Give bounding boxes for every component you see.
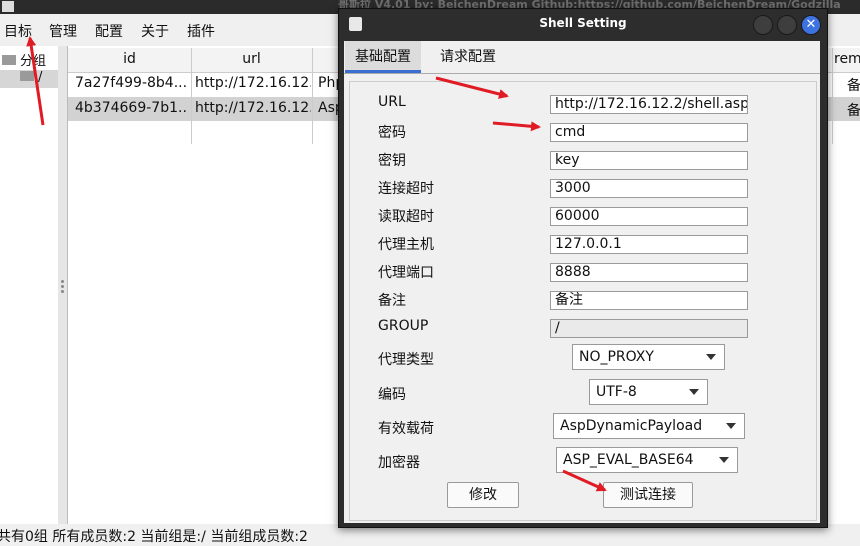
cell-payload: Asp: [318, 100, 340, 116]
dialog-titlebar[interactable]: Shell Setting ✕: [339, 9, 827, 39]
app-icon: [2, 1, 14, 12]
tree-child-label: /: [38, 70, 43, 85]
grip-dot: [61, 280, 64, 283]
cryption-value: ASP_EVAL_BASE64: [563, 452, 694, 468]
tree-child-node[interactable]: /: [0, 70, 58, 88]
test-connection-button[interactable]: 测试连接: [603, 482, 693, 508]
url-field[interactable]: http://172.16.12.2/shell.asp: [550, 95, 748, 114]
column-header-url[interactable]: url: [191, 51, 312, 67]
cell-url: http://172.16.12...: [195, 100, 311, 116]
dialog-body: 基础配置 请求配置 URL http://172.16.12.2/shell.a…: [344, 41, 820, 523]
status-text: 共有0组 所有成员数:2 当前组是:/ 当前组成员数:2: [0, 529, 308, 545]
password-label: 密码: [378, 125, 406, 141]
chevron-down-icon: [689, 389, 699, 395]
chevron-down-icon: [726, 423, 736, 429]
remark-field[interactable]: 备注: [550, 291, 748, 310]
column-header-id[interactable]: id: [68, 51, 191, 67]
password-field[interactable]: cmd: [550, 123, 748, 142]
chevron-down-icon: [719, 457, 729, 463]
payload-select[interactable]: AspDynamicPayload: [553, 413, 745, 439]
payload-value: AspDynamicPayload: [560, 418, 703, 434]
close-button[interactable]: ✕: [801, 15, 821, 35]
basic-config-form: URL http://172.16.12.2/shell.asp 密码 cmd …: [349, 81, 817, 521]
cell-payload: Php: [318, 75, 340, 91]
tab-bar: 基础配置 请求配置: [344, 41, 820, 74]
grip-dot: [61, 290, 64, 293]
grip-dot: [61, 285, 64, 288]
encoding-select[interactable]: UTF-8: [589, 379, 708, 405]
proxy-type-value: NO_PROXY: [579, 349, 654, 365]
tab-request-config[interactable]: 请求配置: [430, 41, 506, 73]
proxy-host-label: 代理主机: [378, 237, 434, 253]
group-tree: 分组 /: [0, 46, 58, 524]
cell-url: http://172.16.12...: [195, 75, 311, 91]
minimize-button[interactable]: [753, 15, 773, 35]
group-label: GROUP: [378, 318, 429, 334]
menu-target[interactable]: 目标: [4, 21, 32, 41]
proxy-type-select[interactable]: NO_PROXY: [572, 344, 725, 370]
payload-label: 有效载荷: [378, 421, 434, 437]
column-divider: [312, 48, 313, 144]
chevron-down-icon: [706, 354, 716, 360]
maximize-button[interactable]: [777, 15, 797, 35]
connect-timeout-label: 连接超时: [378, 181, 434, 197]
menu-manage[interactable]: 管理: [49, 21, 77, 41]
column-divider: [832, 48, 833, 144]
proxy-port-label: 代理端口: [378, 265, 434, 281]
read-timeout-field[interactable]: 60000: [550, 207, 748, 226]
cell-remark: 备: [847, 78, 860, 94]
tree-root-label: 分组: [20, 54, 47, 69]
connect-timeout-field[interactable]: 3000: [550, 179, 748, 198]
remark-label: 备注: [378, 293, 406, 309]
url-label: URL: [378, 94, 406, 110]
proxy-type-label: 代理类型: [378, 352, 434, 368]
tab-basic-config[interactable]: 基础配置: [345, 41, 421, 73]
split-pane-divider[interactable]: [58, 46, 67, 524]
read-timeout-label: 读取超时: [378, 209, 434, 225]
group-field: /: [550, 319, 748, 338]
encoding-value: UTF-8: [596, 384, 637, 400]
column-header-remark[interactable]: rem: [834, 51, 860, 67]
proxy-host-field[interactable]: 127.0.0.1: [550, 235, 748, 254]
shell-setting-dialog: Shell Setting ✕ 基础配置 请求配置 URL http://172…: [338, 8, 828, 528]
menu-about[interactable]: 关于: [141, 21, 169, 41]
menu-config[interactable]: 配置: [95, 21, 123, 41]
cell-id: 4b374669-7b1...: [75, 100, 187, 116]
folder-open-icon: [2, 54, 16, 65]
cell-remark: 备: [847, 103, 860, 119]
cryption-select[interactable]: ASP_EVAL_BASE64: [556, 447, 738, 473]
column-divider: [191, 48, 192, 144]
modify-button[interactable]: 修改: [447, 482, 519, 508]
encoding-label: 编码: [378, 387, 406, 403]
menu-plugins[interactable]: 插件: [187, 21, 215, 41]
tree-root-node[interactable]: 分组: [2, 50, 47, 69]
cell-id: 7a27f499-8b4...: [75, 75, 187, 91]
key-field[interactable]: key: [550, 151, 748, 170]
key-label: 密钥: [378, 153, 406, 169]
folder-icon: [20, 70, 34, 81]
cryption-label: 加密器: [378, 455, 420, 471]
proxy-port-field[interactable]: 8888: [550, 263, 748, 282]
